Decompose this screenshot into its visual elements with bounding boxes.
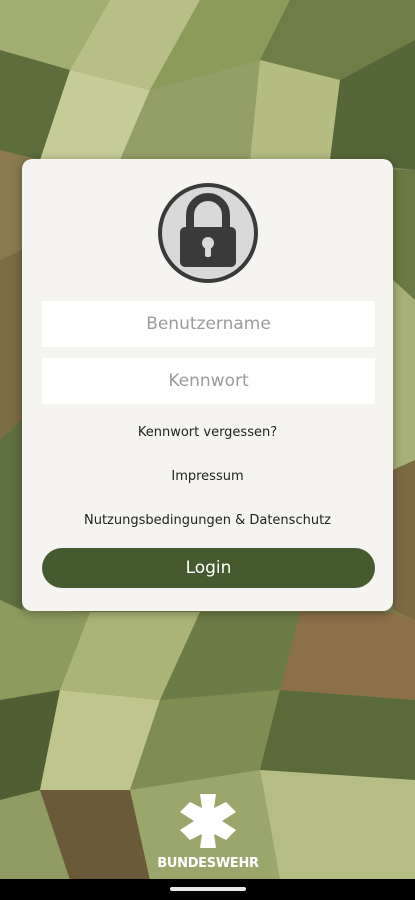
- system-navigation-bar: [0, 879, 415, 900]
- login-button[interactable]: Login: [42, 548, 375, 588]
- brand-name: BUNDESWEHR: [157, 856, 259, 871]
- lock-icon: [156, 181, 260, 285]
- login-card: Kennwort vergessen? Impressum Nutzungsbe…: [22, 159, 393, 611]
- forgot-password-link[interactable]: Kennwort vergessen?: [22, 425, 393, 440]
- iron-cross-icon: [180, 794, 236, 848]
- imprint-link[interactable]: Impressum: [22, 469, 393, 484]
- bundeswehr-logo: BUNDESWEHR: [148, 792, 268, 871]
- home-indicator[interactable]: [170, 887, 246, 891]
- terms-privacy-link[interactable]: Nutzungsbedingungen & Datenschutz: [22, 513, 393, 528]
- password-field[interactable]: [42, 358, 375, 404]
- username-field[interactable]: [42, 301, 375, 347]
